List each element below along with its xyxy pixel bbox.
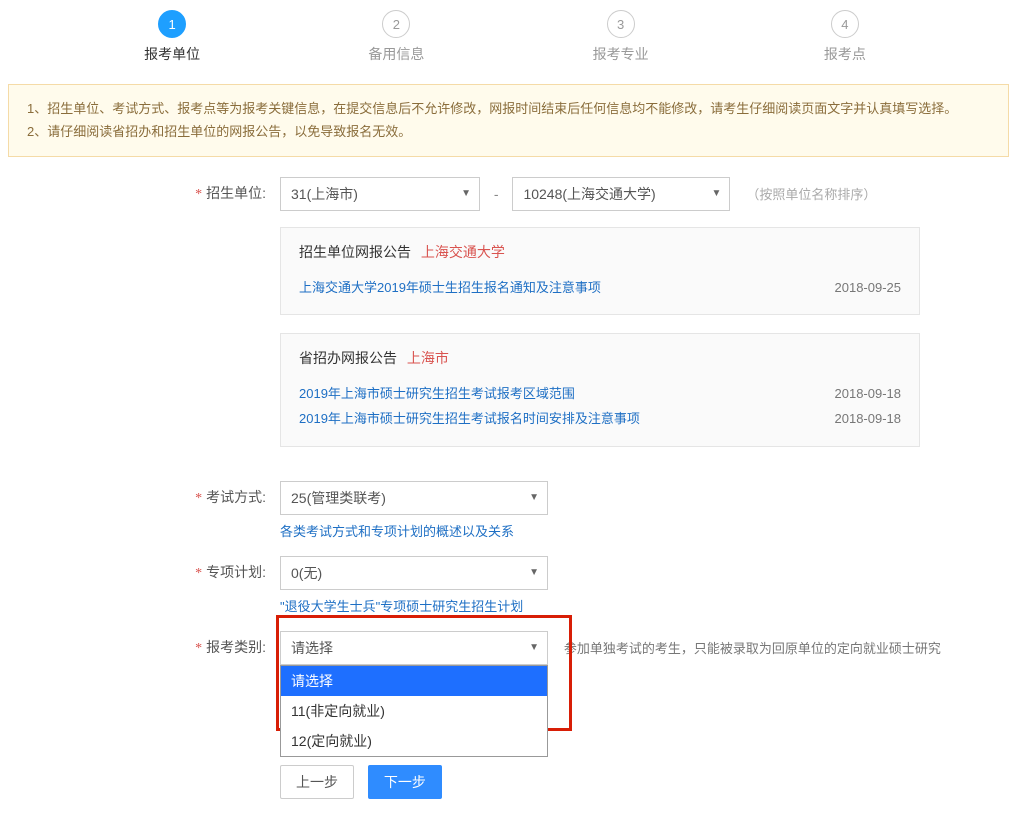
step-3-label: 报考专业 (509, 44, 733, 64)
caret-down-icon: ▼ (529, 642, 539, 653)
step-1[interactable]: 1 报考单位 (60, 10, 284, 64)
announce2-item-0-link[interactable]: 2019年上海市硕士研究生招生考试报考区域范围 (299, 382, 575, 407)
announce2-title-region: 上海市 (407, 350, 449, 366)
notice-alert: 1、招生单位、考试方式、报考点等为报考关键信息，在提交信息后不允许修改，网报时间… (8, 84, 1009, 157)
unit-region-value: 31(上海市) (291, 184, 358, 204)
caret-down-icon: ▼ (529, 492, 539, 503)
category-value: 请选择 (291, 638, 333, 658)
exam-mode-select[interactable]: 25(管理类联考) ▼ (280, 481, 548, 515)
step-2-circle: 2 (382, 10, 410, 38)
category-option-2[interactable]: 12(定向就业) (281, 726, 547, 756)
step-2-label: 备用信息 (284, 44, 508, 64)
exam-mode-label: *考试方式: (0, 481, 280, 507)
unit-school-value: 10248(上海交通大学) (523, 184, 655, 204)
step-1-circle: 1 (158, 10, 186, 38)
unit-sort-hint: （按照单位名称排序） (746, 187, 876, 202)
announce1-item-0-date: 2018-09-25 (835, 276, 902, 301)
stepper: 1 报考单位 2 备用信息 3 报考专业 4 报考点 (0, 10, 1017, 84)
category-option-0[interactable]: 请选择 (281, 666, 547, 696)
notice-line-1: 1、招生单位、考试方式、报考点等为报考关键信息，在提交信息后不允许修改，网报时间… (27, 97, 990, 120)
step-3[interactable]: 3 报考专业 (509, 10, 733, 64)
caret-down-icon: ▼ (529, 567, 539, 578)
next-button[interactable]: 下一步 (368, 765, 442, 799)
step-1-label: 报考单位 (60, 44, 284, 64)
school-announcement-box: 招生单位网报公告 上海交通大学 上海交通大学2019年硕士生招生报名通知及注意事… (280, 227, 920, 316)
category-note-text: 参加单独考试的考生，只能被录取为回原单位的定向就业硕士研究 (564, 641, 941, 656)
prev-button[interactable]: 上一步 (280, 765, 354, 799)
announce1-title-school: 上海交通大学 (421, 244, 505, 260)
unit-school-select[interactable]: 10248(上海交通大学) ▼ (512, 177, 730, 211)
category-select[interactable]: 请选择 ▼ (280, 631, 548, 665)
plan-value: 0(无) (291, 563, 322, 583)
announce2-title: 省招办网报公告 (299, 350, 397, 366)
category-option-1[interactable]: 11(非定向就业) (281, 696, 547, 726)
announce2-item-1-link[interactable]: 2019年上海市硕士研究生招生考试报名时间安排及注意事项 (299, 407, 640, 432)
announce2-item-1-date: 2018-09-18 (835, 407, 902, 432)
caret-down-icon: ▼ (712, 188, 722, 199)
announce1-title: 招生单位网报公告 (299, 244, 411, 260)
plan-label: *专项计划: (0, 556, 280, 582)
plan-help-link[interactable]: "退役大学生士兵"专项硕士研究生招生计划 (280, 596, 523, 615)
announce2-item-0: 2019年上海市硕士研究生招生考试报考区域范围 2018-09-18 (299, 382, 901, 407)
separator-dash: - (484, 186, 509, 202)
announce1-item-0-link[interactable]: 上海交通大学2019年硕士生招生报名通知及注意事项 (299, 276, 601, 301)
announce2-item-1: 2019年上海市硕士研究生招生考试报名时间安排及注意事项 2018-09-18 (299, 407, 901, 432)
unit-region-select[interactable]: 31(上海市) ▼ (280, 177, 480, 211)
step-3-circle: 3 (607, 10, 635, 38)
caret-down-icon: ▼ (461, 188, 471, 199)
announce2-item-0-date: 2018-09-18 (835, 382, 902, 407)
step-4[interactable]: 4 报考点 (733, 10, 957, 64)
exam-mode-help-link[interactable]: 各类考试方式和专项计划的概述以及关系 (280, 521, 514, 540)
exam-mode-value: 25(管理类联考) (291, 488, 386, 508)
step-4-circle: 4 (831, 10, 859, 38)
step-2[interactable]: 2 备用信息 (284, 10, 508, 64)
province-announcement-box: 省招办网报公告 上海市 2019年上海市硕士研究生招生考试报考区域范围 2018… (280, 333, 920, 446)
step-4-label: 报考点 (733, 44, 957, 64)
announce1-item-0: 上海交通大学2019年硕士生招生报名通知及注意事项 2018-09-25 (299, 276, 901, 301)
plan-select[interactable]: 0(无) ▼ (280, 556, 548, 590)
category-label: *报考类别: (0, 631, 280, 657)
unit-label: *招生单位: (0, 177, 280, 203)
category-options-list: 请选择 11(非定向就业) 12(定向就业) (280, 665, 548, 757)
notice-line-2: 2、请仔细阅读省招办和招生单位的网报公告，以免导致报名无效。 (27, 120, 990, 143)
